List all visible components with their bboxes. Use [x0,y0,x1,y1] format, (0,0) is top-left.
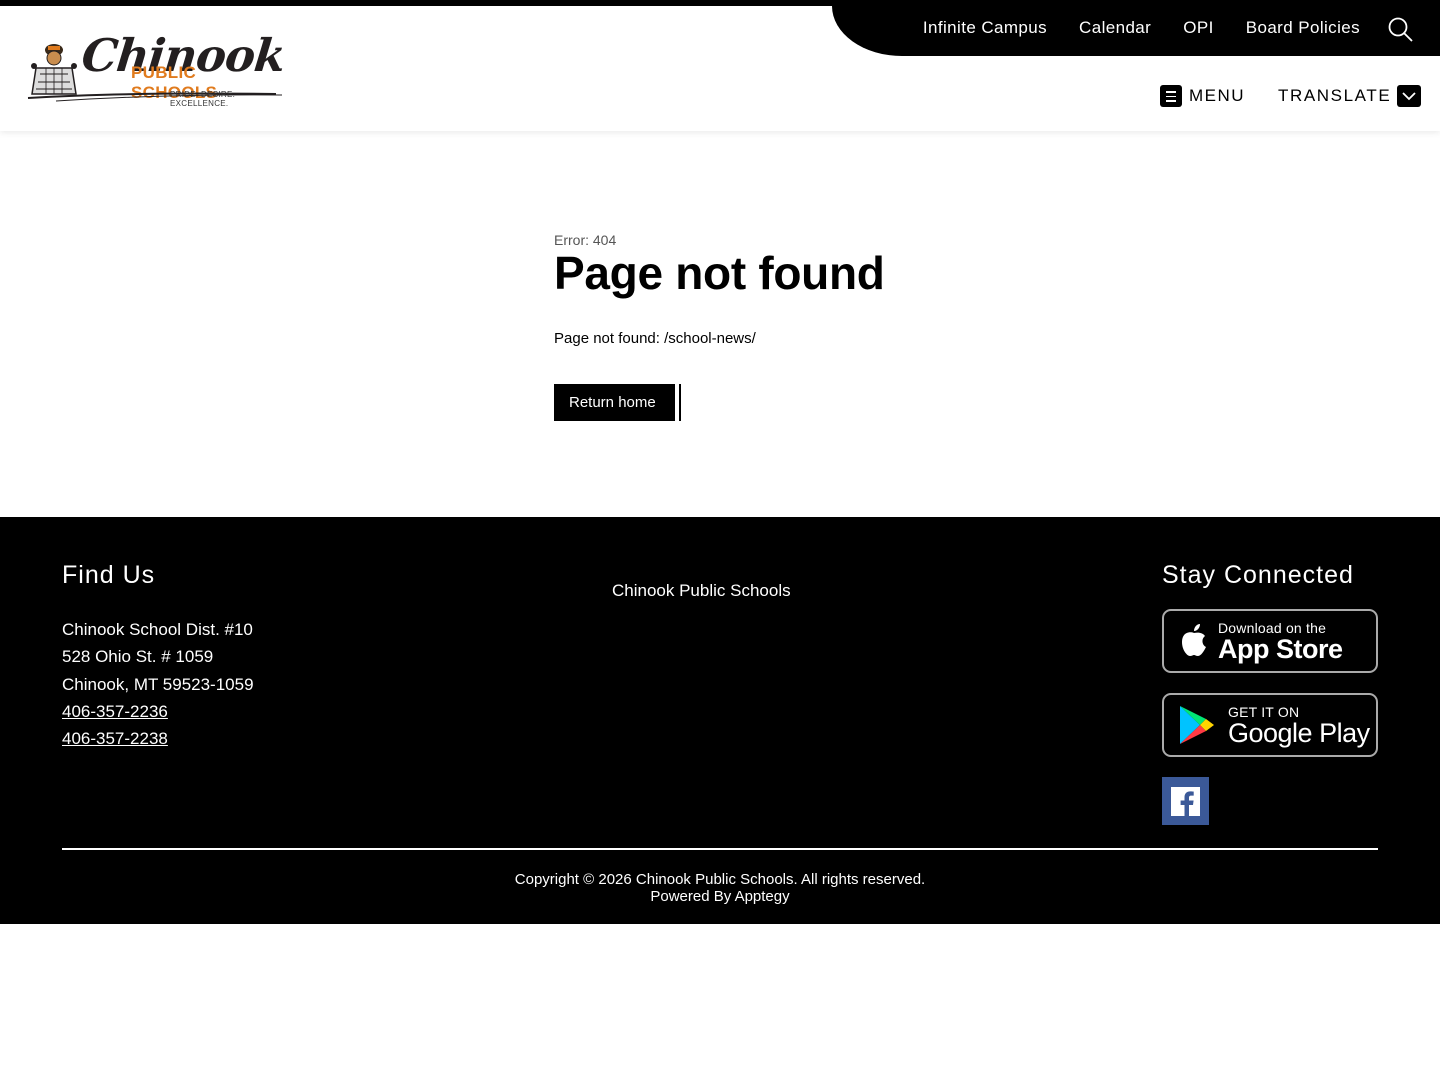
logo-tagline: PRIDE. DESIRE. EXCELLENCE. [170,90,236,108]
return-home-button[interactable]: Return home [554,384,675,421]
footer-school-name: Chinook Public Schools [612,581,791,600]
chevron-down-icon [1397,85,1422,107]
phone-link[interactable]: 406-357-2236 [62,698,254,725]
menu-button[interactable]: MENU [1160,85,1245,107]
utility-bar: Infinite Campus Calendar OPI Board Polic… [832,6,1440,56]
link-board-policies[interactable]: Board Policies [1246,18,1360,38]
page-title: Page not found [554,247,885,299]
menu-label: MENU [1189,86,1246,105]
facebook-icon[interactable] [1162,777,1209,825]
link-calendar[interactable]: Calendar [1079,18,1151,38]
utility-links: Infinite Campus Calendar OPI Board Polic… [891,6,1360,50]
google-play-badge[interactable]: GET IT ON Google Play [1162,693,1378,757]
copyright-text: Copyright © 2026 Chinook Public Schools.… [514,871,926,888]
powered-by-link[interactable]: Powered By Apptegy [0,888,1440,905]
site-header: Chinook PUBLIC SCHOOLS PRIDE. DESIRE. EX… [0,6,1440,131]
translate-button[interactable]: TRANSLATE [1278,85,1422,107]
search-icon[interactable] [1387,16,1413,42]
translate-label: TRANSLATE [1278,86,1392,105]
stay-connected-section: Stay Connected Download on the App Store… [1162,561,1378,825]
address-line: 528 Ohio St. # 1059 [62,647,214,667]
app-store-badge[interactable]: Download on the App Store [1162,609,1378,673]
apple-icon [1182,624,1206,656]
find-us-heading: Find Us [62,561,156,589]
google-play-icon [1180,706,1214,744]
error-message: Page not found: /school-news/ [554,330,756,347]
footer-divider [62,848,1378,850]
copyright-block: Copyright © 2026 Chinook Public Schools.… [0,871,1440,905]
address-block: Chinook School Dist. #10 528 Ohio St. # … [62,616,254,752]
main-content: Error: 404 Page not found Page not found… [554,225,1154,421]
app-store-big-text: App Store [1218,634,1343,664]
address-line: Chinook School Dist. #10 [62,620,253,639]
phone-link[interactable]: 406-357-2238 [62,725,254,752]
find-us-section: Find Us Chinook School Dist. #10 528 Ohi… [62,561,254,752]
link-infinite-campus[interactable]: Infinite Campus [923,18,1047,38]
google-play-big-text: Google Play [1228,718,1370,748]
school-logo[interactable]: Chinook PUBLIC SCHOOLS PRIDE. DESIRE. EX… [26,29,287,108]
hamburger-icon [1160,85,1182,107]
link-opi[interactable]: OPI [1183,18,1214,38]
stay-connected-heading: Stay Connected [1162,561,1354,589]
address-line: Chinook, MT 59523-1059 [62,674,254,694]
site-footer: Find Us Chinook School Dist. #10 528 Ohi… [0,517,1440,924]
